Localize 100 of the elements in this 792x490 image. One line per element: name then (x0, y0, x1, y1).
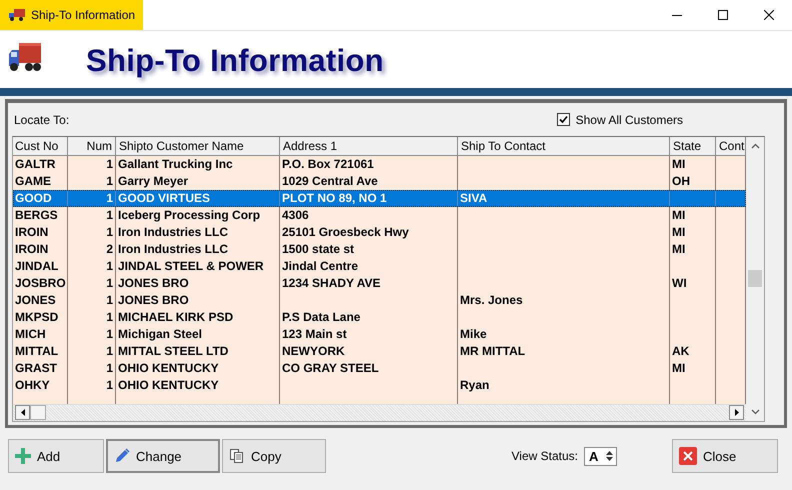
horizontal-scrollbar[interactable] (13, 404, 746, 421)
table-cell: SIVA (460, 191, 488, 205)
table-cell: MI (672, 361, 686, 375)
table-cell: OHIO KENTUCKY (118, 378, 219, 392)
column-header[interactable]: Num (68, 137, 116, 155)
table-cell: 123 Main st (282, 327, 347, 341)
table-cell: Ryan (460, 378, 490, 392)
column-header[interactable]: Address 1 (280, 137, 458, 155)
table-cell: JINDAL STEEL & POWER (118, 259, 264, 273)
table-cell: Mrs. Jones (460, 293, 523, 307)
table-cell: 1 (106, 259, 113, 273)
add-button[interactable]: Add (8, 439, 104, 473)
table-cell: JOSBRO (15, 276, 66, 290)
table-cell: Garry Meyer (118, 174, 188, 188)
table-cell: IROIN (15, 225, 48, 239)
column-header[interactable]: Cust No (13, 137, 68, 155)
table-cell: Iron Industries LLC (118, 242, 228, 256)
table-cell: GOOD VIRTUES (118, 191, 210, 205)
table-cell: OH (672, 174, 690, 188)
table-cell: GAME (15, 174, 51, 188)
copy-icon (229, 448, 245, 464)
table-cell: MI (672, 208, 686, 222)
table-cell: JINDAL (15, 259, 58, 273)
table-cell: MI (672, 157, 686, 171)
table-cell: NEWYORK (282, 344, 345, 358)
table-cell: 1 (106, 174, 113, 188)
table-cell: AK (672, 344, 690, 358)
table-cell: GOOD (15, 191, 52, 205)
table-cell: 1 (106, 344, 113, 358)
table-cell: PLOT NO 89, NO 1 (282, 191, 387, 205)
column-header[interactable]: Shipto Customer Name (116, 137, 280, 155)
view-status-spinner[interactable]: A (584, 446, 617, 466)
table-cell: 1 (106, 378, 113, 392)
table-cell: 1 (106, 293, 113, 307)
table-cell: MITTAL (15, 344, 58, 358)
truck-icon (8, 42, 42, 72)
table-cell: Jindal Centre (282, 259, 358, 273)
column-header[interactable]: Ship To Contact (458, 137, 670, 155)
table-cell: 1 (106, 310, 113, 324)
table-cell: 1029 Central Ave (282, 174, 378, 188)
checkbox[interactable] (556, 113, 570, 126)
close-icon (679, 447, 697, 465)
table-cell: Iron Industries LLC (118, 225, 228, 239)
pencil-icon (114, 448, 130, 464)
table-cell: MR MITTAL (460, 344, 526, 358)
table-cell: 1 (106, 208, 113, 222)
page-title: Ship-To Information (86, 42, 384, 78)
table-cell: P.S Data Lane (282, 310, 360, 324)
view-status-label: View Status: (512, 449, 578, 463)
scrollbar-thumb[interactable] (30, 405, 46, 420)
column-header[interactable]: State (670, 137, 716, 155)
table-cell: 1 (106, 157, 113, 171)
table-cell: MKPSD (15, 310, 58, 324)
table-cell: GRAST (15, 361, 57, 375)
table-cell: 1 (106, 276, 113, 290)
table-cell: OHKY (15, 378, 50, 392)
table-cell: Gallant Trucking Inc (118, 157, 233, 171)
table-cell: 25101 Groesbeck Hwy (282, 225, 409, 239)
window-title: Ship-To Information (31, 8, 136, 22)
table-cell: BERGS (15, 208, 58, 222)
checkbox-label[interactable]: Show All Customers (576, 112, 683, 126)
table-cell: 1500 state st (282, 242, 354, 256)
table-row[interactable]: GOOD 1 GOOD VIRTUES PLOT NO 89, NO 1 SIVA (13, 190, 746, 207)
table-cell: 2 (106, 242, 113, 256)
checkmark-icon (558, 115, 568, 124)
table-cell: JONES BRO (118, 276, 189, 290)
table-cell: Mike (460, 327, 487, 341)
table-cell: OHIO KENTUCKY (118, 361, 219, 375)
table-cell: MI (672, 225, 686, 239)
table-cell: 1234 SHADY AVE (282, 276, 380, 290)
table-cell: MI (672, 242, 686, 256)
table-cell: P.O. Box 721061 (282, 157, 374, 171)
table-cell: 1 (106, 191, 113, 205)
table-cell: 4306 (282, 208, 309, 222)
scroll-down-icon[interactable] (750, 409, 760, 415)
table-cell: 1 (106, 327, 113, 341)
copy-button[interactable]: Copy (222, 439, 326, 473)
table-cell: JONES (15, 293, 56, 307)
locate-label: Locate To: (14, 112, 70, 126)
table-cell: WI (672, 276, 687, 290)
table-cell: MITTAL STEEL LTD (118, 344, 228, 358)
plus-icon (15, 448, 31, 464)
close-dialog-button[interactable]: Close (672, 439, 778, 473)
table-cell: JONES BRO (118, 293, 189, 307)
table-cell: GALTR (15, 157, 56, 171)
scrollbar-thumb[interactable] (748, 270, 762, 287)
table-cell: Iceberg Processing Corp (118, 208, 260, 222)
maximize-icon[interactable] (718, 10, 728, 20)
scroll-up-icon[interactable] (750, 143, 760, 149)
table-cell: MICHAEL KIRK PSD (118, 310, 234, 324)
truck-icon (9, 8, 25, 22)
table-cell: MICH (15, 327, 46, 341)
table-cell: IROIN (15, 242, 48, 256)
table-cell: Michigan Steel (118, 327, 202, 341)
vertical-scrollbar[interactable] (746, 137, 764, 421)
table-cell: 1 (106, 361, 113, 375)
change-button[interactable]: Change (106, 439, 220, 473)
table-cell: CO GRAY STEEL (282, 361, 379, 375)
close-icon[interactable] (764, 10, 774, 20)
table-cell: 1 (106, 225, 113, 239)
